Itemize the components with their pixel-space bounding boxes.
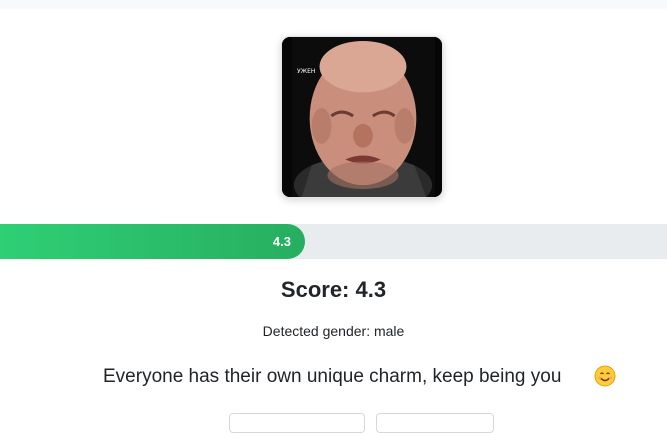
smiling-face-icon xyxy=(594,365,616,387)
score-progress-bar: 4.3 xyxy=(0,224,667,259)
detected-gender-text: Detected gender: male xyxy=(262,323,405,339)
score-progress-fill: 4.3 xyxy=(0,224,305,259)
score-heading: Score: 4.3 xyxy=(280,277,387,302)
face-photo-illustration xyxy=(282,37,442,197)
score-progress-label: 4.3 xyxy=(272,234,291,249)
encouragement-message: Everyone has their own unique charm, kee… xyxy=(103,366,562,387)
action-button-left[interactable] xyxy=(229,413,365,433)
action-button-right[interactable] xyxy=(376,413,494,433)
top-strip xyxy=(0,0,667,9)
photo-caption: УЖЕН xyxy=(297,68,316,75)
uploaded-photo: УЖЕН xyxy=(281,36,443,198)
